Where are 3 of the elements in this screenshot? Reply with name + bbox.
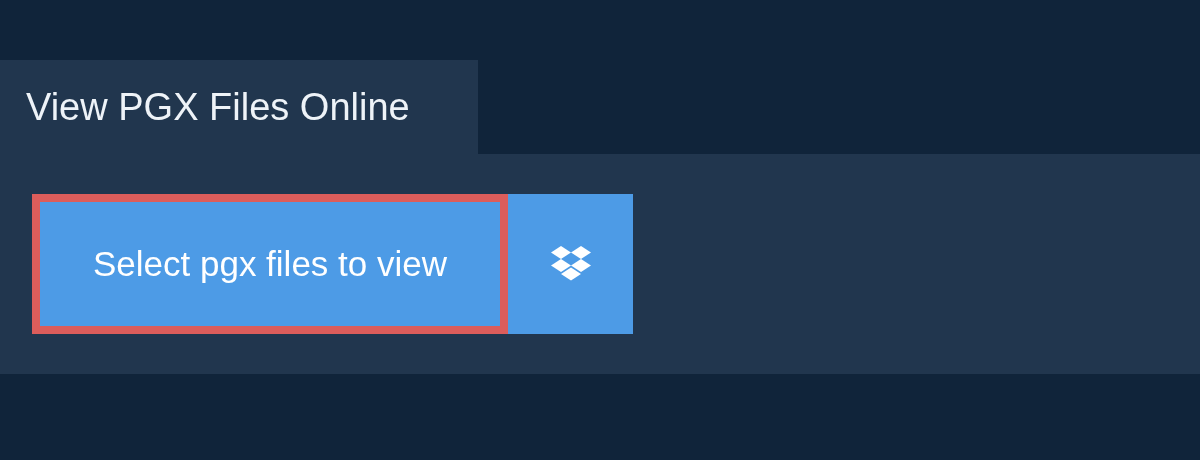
dropbox-icon: [549, 246, 592, 282]
dropbox-button[interactable]: [508, 194, 633, 334]
page-tab[interactable]: View PGX Files Online: [0, 60, 478, 154]
